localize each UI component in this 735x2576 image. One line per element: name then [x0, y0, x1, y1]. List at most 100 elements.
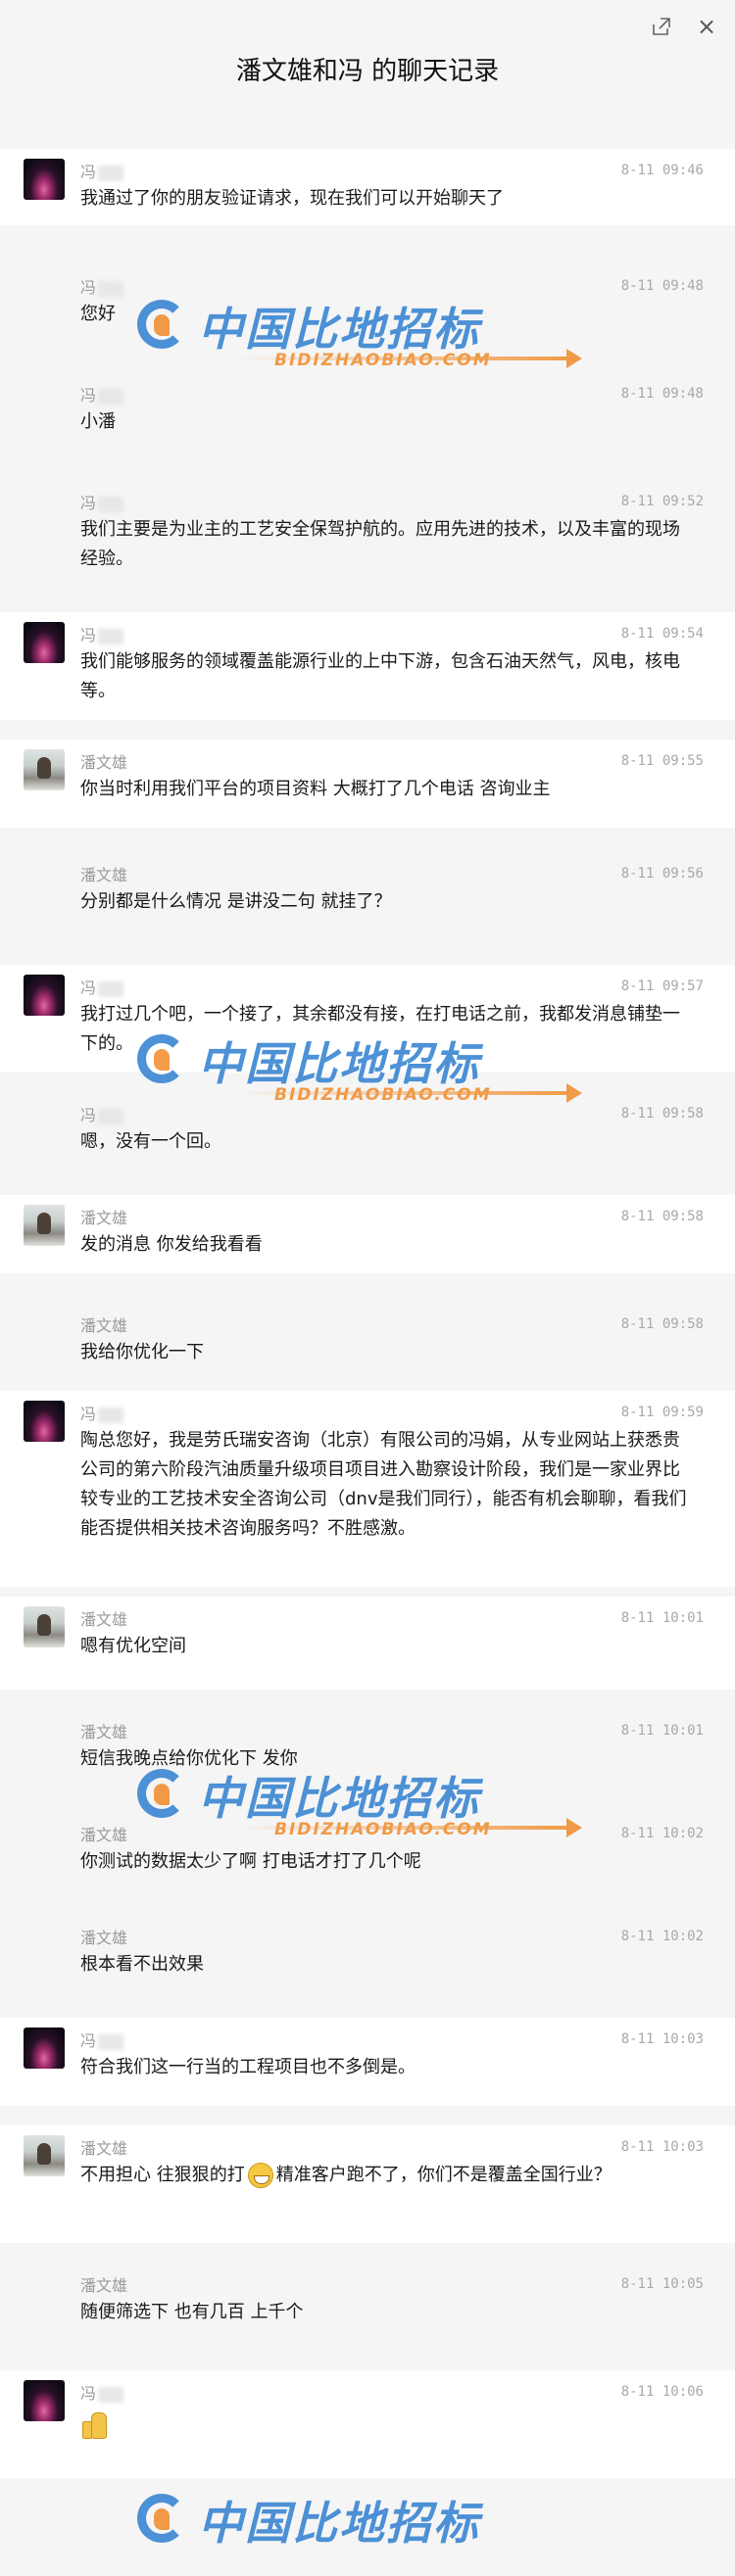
- message-item: 冯 8-11 09:59 陶总您好，我是劳氏瑞安咨询（北京）有限公司的冯娟，从专…: [0, 1391, 735, 1587]
- sender-name: 潘文雄: [80, 1826, 128, 1844]
- message-time: 8-11 10:05: [620, 2276, 704, 2292]
- close-icon[interactable]: ×: [692, 12, 721, 41]
- message-time: 8-11 10:02: [620, 1826, 704, 1841]
- sender-name: 潘文雄: [80, 2139, 128, 2158]
- message-text: 陶总您好，我是劳氏瑞安咨询（北京）有限公司的冯娟，从专业网站上获悉贵公司的第六阶…: [80, 1430, 687, 1539]
- avatar[interactable]: [24, 2027, 65, 2069]
- message-item: 冯 8-11 10:03 符合我们这一行当的工程项目也不多倒是。: [0, 2018, 735, 2106]
- message-text: 嗯有优化空间: [80, 1636, 186, 1656]
- message-time: 8-11 10:02: [620, 1929, 704, 1944]
- message-text: 嗯，没有一个回。: [80, 1131, 221, 1152]
- sender-name: 冯: [80, 2027, 124, 2051]
- sender-name: 冯: [80, 159, 124, 182]
- message-item: 冯 8-11 09:48 您好: [0, 264, 735, 333]
- window-title: 潘文雄和冯 的聊天记录: [235, 57, 500, 86]
- chat-history-window: × 潘文雄和冯 的聊天记录 冯 8-11 09:46 我通过了你的朋友验证请求，…: [0, 0, 735, 2552]
- message-item: 冯 8-11 09:57 我打过几个吧，一个接了，其余都没有接，在打电话之前，我…: [0, 965, 735, 1073]
- sender-name: 潘文雄: [80, 753, 128, 772]
- sender-name: 冯: [80, 1102, 124, 1125]
- message-item: 潘文雄 8-11 10:02 根本看不出效果: [0, 1915, 735, 1993]
- thumbs-up-emoji-icon: [80, 2409, 108, 2439]
- sender-name: 冯: [80, 274, 124, 298]
- sender-name: 潘文雄: [80, 1723, 128, 1741]
- message-item: 冯 8-11 09:46 我通过了你的朋友验证请求，现在我们可以开始聊天了: [0, 149, 735, 225]
- message-text: 发的消息 你发给我看看: [80, 1234, 263, 1255]
- message-text: 短信我晚点给你优化下 发你: [80, 1748, 298, 1769]
- watermark-text: 中国比地招标: [198, 2497, 480, 2550]
- message-item: 冯 8-11 09:48 小潘: [0, 372, 735, 441]
- message-time: 8-11 09:48: [620, 278, 704, 294]
- message-time: 8-11 10:03: [620, 2031, 704, 2047]
- message-text: 根本看不出效果: [80, 1954, 204, 1975]
- message-text: 你当时利用我们平台的项目资料 大概打了几个电话 咨询业主: [80, 779, 551, 799]
- message-item: 潘文雄 8-11 09:56 分别都是什么情况 是讲没二句 就挂了？: [0, 852, 735, 930]
- watermark-subtext: BIDIZHAOBIAO.COM: [274, 351, 492, 370]
- message-time: 8-11 10:06: [620, 2384, 704, 2400]
- popout-icon[interactable]: [647, 12, 676, 41]
- message-text: 小潘: [80, 411, 116, 432]
- message-item: 潘文雄 8-11 10:03 不用担心 往狠狠的打 精准客户跑不了，你们不是覆盖全…: [0, 2125, 735, 2243]
- message-item: 潘文雄 8-11 10:01 嗯有优化空间: [0, 1597, 735, 1690]
- message-item: 潘文雄 8-11 10:01 短信我晚点给你优化下 发你: [0, 1709, 735, 1788]
- watermark-logo-icon: [137, 2494, 186, 2543]
- message-item: 冯 8-11 09:52 我们主要是为业主的工艺安全保驾护航的。应用先进的技术，…: [0, 480, 735, 578]
- avatar[interactable]: [24, 975, 65, 1016]
- message-text: 我给你优化一下: [80, 1342, 204, 1362]
- watermark-arrow-icon: [235, 349, 582, 368]
- title-bar: × 潘文雄和冯 的聊天记录: [0, 0, 735, 127]
- message-text: 您好: [80, 304, 116, 324]
- watermark-logo: 中国比地招标: [137, 2488, 588, 2576]
- avatar[interactable]: [24, 2380, 65, 2421]
- message-time: 8-11 09:52: [620, 494, 704, 509]
- message-item: 冯 8-11 10:06: [0, 2370, 735, 2478]
- message-text: [80, 2409, 696, 2449]
- sender-name: 冯: [80, 1401, 124, 1424]
- sender-name: 潘文雄: [80, 1929, 128, 1947]
- message-time: 8-11 09:48: [620, 386, 704, 402]
- avatar[interactable]: [24, 622, 65, 663]
- message-time: 8-11 09:59: [620, 1405, 704, 1420]
- message-text: 我通过了你的朋友验证请求，现在我们可以开始聊天了: [80, 188, 504, 209]
- sender-name: 冯: [80, 2380, 124, 2404]
- sender-name: 潘文雄: [80, 1209, 128, 1227]
- sender-name: 冯: [80, 490, 124, 513]
- message-time: 8-11 09:58: [620, 1106, 704, 1121]
- message-time: 8-11 09:55: [620, 753, 704, 769]
- avatar[interactable]: [24, 1606, 65, 1647]
- message-item: 潘文雄 8-11 09:55 你当时利用我们平台的项目资料 大概打了几个电话 咨…: [0, 739, 735, 828]
- sender-name: 潘文雄: [80, 866, 128, 884]
- sender-name: 潘文雄: [80, 2276, 128, 2295]
- avatar[interactable]: [24, 1205, 65, 1246]
- message-time: 8-11 09:57: [620, 978, 704, 994]
- avatar[interactable]: [24, 2135, 65, 2176]
- avatar[interactable]: [24, 749, 65, 790]
- message-time: 8-11 09:54: [620, 626, 704, 642]
- message-text: 不用担心 往狠狠的打 精准客户跑不了，你们不是覆盖全国行业？: [80, 2161, 696, 2190]
- message-time: 8-11 10:01: [620, 1610, 704, 1626]
- message-time: 8-11 09:58: [620, 1209, 704, 1224]
- avatar[interactable]: [24, 1401, 65, 1442]
- message-time: 8-11 10:01: [620, 1723, 704, 1739]
- grin-emoji-icon: [247, 2163, 273, 2188]
- message-text: 随便筛选下 也有几百 上千个: [80, 2302, 304, 2322]
- sender-name: 潘文雄: [80, 1610, 128, 1629]
- avatar[interactable]: [24, 159, 65, 200]
- message-text: 我打过几个吧，一个接了，其余都没有接，在打电话之前，我都发消息铺垫一下的。: [80, 1004, 680, 1054]
- message-time: 8-11 09:56: [620, 866, 704, 882]
- message-item: 潘文雄 8-11 10:02 你测试的数据太少了啊 打电话才打了几个呢: [0, 1812, 735, 1890]
- message-time: 8-11 10:03: [620, 2139, 704, 2155]
- message-item: 潘文雄 8-11 10:05 随便筛选下 也有几百 上千个: [0, 2263, 735, 2341]
- message-text: 符合我们这一行当的工程项目也不多倒是。: [80, 2057, 416, 2077]
- message-item: 潘文雄 8-11 09:58 我给你优化一下: [0, 1303, 735, 1381]
- message-text: 我们主要是为业主的工艺安全保驾护航的。应用先进的技术，以及丰富的现场经验。: [80, 519, 680, 569]
- message-text: 分别都是什么情况 是讲没二句 就挂了？: [80, 891, 392, 912]
- message-time: 8-11 09:46: [620, 163, 704, 178]
- message-time: 8-11 09:58: [620, 1316, 704, 1332]
- message-item: 潘文雄 8-11 09:58 发的消息 你发给我看看: [0, 1195, 735, 1273]
- sender-name: 冯: [80, 975, 124, 998]
- message-item: 冯 8-11 09:58 嗯，没有一个回。: [0, 1092, 735, 1166]
- sender-name: 潘文雄: [80, 1316, 128, 1335]
- message-text: 我们能够服务的领域覆盖能源行业的上中下游，包含石油天然气，风电，核电等。: [80, 651, 680, 701]
- message-text: 你测试的数据太少了啊 打电话才打了几个呢: [80, 1851, 421, 1872]
- sender-name: 冯: [80, 622, 124, 645]
